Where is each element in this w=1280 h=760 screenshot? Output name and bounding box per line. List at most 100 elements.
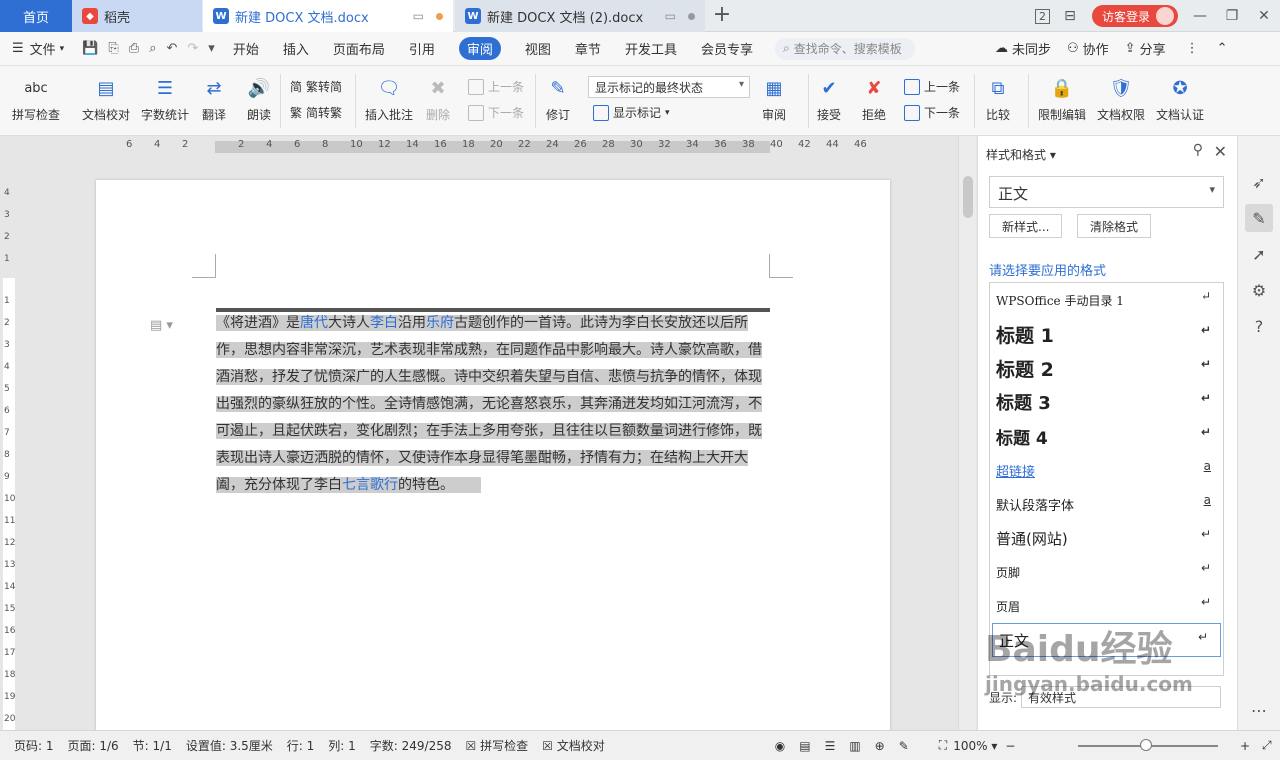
restore-icon[interactable]: ❐ xyxy=(1216,0,1248,32)
review-pane-button[interactable]: ▦ 审阅 xyxy=(760,74,788,123)
doc-proof-button[interactable]: ▤ 文档校对 xyxy=(82,74,130,123)
delete-comment-button[interactable]: ✖ 删除 xyxy=(424,74,452,123)
status-setting[interactable]: 设置值: 3.5厘米 xyxy=(186,737,273,754)
tab-document-1[interactable]: W 新建 DOCX 文档.docx ▭ xyxy=(203,0,453,32)
style-item[interactable]: 默认段落字体 a xyxy=(990,487,1223,521)
status-row[interactable]: 行: 1 xyxy=(287,737,315,754)
next-change-button[interactable]: 下一条 xyxy=(904,104,960,121)
style-item[interactable]: 标题 4 ↵ xyxy=(990,419,1223,453)
show-markup-button[interactable]: 显示标记 ▾ xyxy=(593,104,670,121)
close-dot-icon[interactable] xyxy=(688,12,695,20)
document-scrollbar[interactable] xyxy=(958,136,976,730)
window-count-badge[interactable]: 2 xyxy=(1031,0,1054,32)
unsaved-dot-icon[interactable] xyxy=(436,12,443,20)
tab-home[interactable]: 首页 xyxy=(0,0,72,32)
command-search[interactable]: ⌕ 查找命令、搜索模板 xyxy=(774,37,915,60)
horizontal-ruler[interactable]: 6 4 2 2 4 6 8 10 12 14 16 18 20 22 24 26 28 30 32 34 36 38 40 4… xyxy=(0,136,958,158)
style-item[interactable]: 标题 1 ↵ xyxy=(990,317,1223,351)
style-item[interactable]: 标题 3 ↵ xyxy=(990,385,1223,419)
hyperlink[interactable]: 乐府 xyxy=(426,315,454,331)
translate-button[interactable]: ⇄ 翻译 xyxy=(200,74,228,123)
close-window-icon[interactable]: ✕ xyxy=(1248,0,1280,32)
status-page[interactable]: 页码: 1 xyxy=(14,737,54,754)
tab-start[interactable]: 开始 xyxy=(221,32,271,66)
export-icon[interactable]: ⎘ xyxy=(108,41,118,56)
word-count-button[interactable]: ☰ 字数统计 xyxy=(141,74,189,123)
outline-view-icon[interactable]: ☰ xyxy=(825,739,836,753)
web-view-icon[interactable]: ⊕ xyxy=(875,739,885,753)
share-button[interactable]: ⇪ 分享 xyxy=(1125,39,1166,58)
preview-icon[interactable]: ⌕ xyxy=(149,41,156,56)
restrict-edit-button[interactable]: 🔒 限制编辑 xyxy=(1038,74,1086,123)
screen-icon[interactable]: ▭ xyxy=(413,9,424,23)
tab-document-2[interactable]: W 新建 DOCX 文档 (2).docx ▭ xyxy=(455,0,705,32)
current-style-select[interactable]: 正文 xyxy=(989,176,1224,208)
select-icon[interactable]: ➚ xyxy=(1245,240,1273,268)
pin-icon[interactable]: ⚲ xyxy=(1193,142,1203,158)
trad-to-simp-button[interactable]: 简繁转简 xyxy=(290,78,342,95)
style-item[interactable]: WPSOffice 手动目录 1 ↵ xyxy=(990,283,1223,317)
tab-insert[interactable]: 插入 xyxy=(271,32,321,66)
fullscreen-icon[interactable]: ⤢ xyxy=(1262,738,1272,753)
accept-button[interactable]: ✔ 接受 xyxy=(815,74,843,123)
reject-button[interactable]: ✘ 拒绝 xyxy=(860,74,888,123)
zoom-level[interactable]: 100% ▾ xyxy=(953,739,997,753)
zoom-in-icon[interactable]: + xyxy=(1240,739,1250,753)
chevron-down-icon[interactable]: ▾ xyxy=(208,41,215,56)
close-icon[interactable]: ✕ xyxy=(1214,142,1227,161)
tab-section[interactable]: 章节 xyxy=(563,32,613,66)
prev-comment-button[interactable]: 上一条 xyxy=(468,78,524,95)
status-col[interactable]: 列: 1 xyxy=(328,737,356,754)
status-words[interactable]: 字数: 249/258 xyxy=(370,737,452,754)
tab-member[interactable]: 会员专享 xyxy=(689,32,765,66)
sync-button[interactable]: ☁ 未同步 xyxy=(995,39,1051,58)
print-icon[interactable]: ⎙ xyxy=(129,41,139,56)
rocket-icon[interactable]: ➶ xyxy=(1245,168,1273,196)
hyperlink[interactable]: 李白 xyxy=(370,315,398,331)
style-item[interactable]: 页眉 ↵ xyxy=(990,589,1223,623)
status-doc-proof[interactable]: ☒ 文档校对 xyxy=(542,737,605,754)
track-changes-button[interactable]: ✎ 修订 xyxy=(544,74,572,123)
file-menu[interactable]: ☰ 文件 ▾ xyxy=(0,32,76,66)
pane-title[interactable]: 样式和格式 ▾ xyxy=(986,146,1056,163)
insert-comment-button[interactable]: 🗨 插入批注 xyxy=(365,74,413,123)
screen-icon[interactable]: ▭ xyxy=(665,9,676,23)
zoom-out-icon[interactable]: − xyxy=(1005,739,1015,753)
scrollbar-thumb[interactable] xyxy=(963,176,973,218)
settings-sliders-icon[interactable]: ⚙ xyxy=(1245,276,1273,304)
status-spell-check[interactable]: ☒ 拼写检查 xyxy=(466,737,529,754)
markup-display-select[interactable]: 显示标记的最终状态 xyxy=(588,76,750,98)
next-comment-button[interactable]: 下一条 xyxy=(468,104,524,121)
doc-permission-button[interactable]: 🛡 文档权限 xyxy=(1097,74,1145,123)
add-tab-button[interactable]: + xyxy=(710,4,734,28)
save-icon[interactable]: 💾 xyxy=(82,41,98,56)
simp-to-trad-button[interactable]: 繁简转繁 xyxy=(290,104,342,121)
tab-view[interactable]: 视图 xyxy=(513,32,563,66)
zoom-slider-handle[interactable] xyxy=(1140,739,1152,751)
document-page[interactable]: ▤ ▾ 《将进酒》是唐代大诗人李白沿用乐府古题创作的一首诗。此诗为李白长安放还以… xyxy=(96,180,890,740)
compare-button[interactable]: ⧉ 比较 xyxy=(984,74,1012,123)
pen-icon[interactable]: ✎ xyxy=(899,739,909,753)
paragraph-options-icon[interactable]: ▤ ▾ xyxy=(150,318,173,333)
tab-reference[interactable]: 引用 xyxy=(397,32,447,66)
login-button[interactable]: 访客登录 xyxy=(1091,5,1178,27)
tab-layout[interactable]: 页面布局 xyxy=(321,32,397,66)
new-style-button[interactable]: 新样式... xyxy=(989,214,1063,238)
more-icon[interactable]: ⋯ xyxy=(1245,696,1273,724)
doc-certify-button[interactable]: ✪ 文档认证 xyxy=(1156,74,1204,123)
hyperlink[interactable]: 唐代 xyxy=(300,315,328,331)
spell-check-button[interactable]: abc 拼写检查 xyxy=(12,74,60,123)
tab-developer[interactable]: 开发工具 xyxy=(613,32,689,66)
collab-button[interactable]: ⚇ 协作 xyxy=(1067,39,1109,58)
page-view-icon[interactable]: ▤ xyxy=(799,739,810,753)
document-body[interactable]: 《将进酒》是唐代大诗人李白沿用乐府古题创作的一首诗。此诗为李白长安放还以后所作，… xyxy=(216,310,770,499)
redo-icon[interactable]: ↷ xyxy=(187,41,198,56)
help-icon[interactable]: ? xyxy=(1245,312,1273,340)
tab-review[interactable]: 审阅 xyxy=(447,32,513,66)
prev-change-button[interactable]: 上一条 xyxy=(904,78,960,95)
theme-icon[interactable]: ⊟ xyxy=(1054,0,1086,32)
clear-format-button[interactable]: 清除格式 xyxy=(1077,214,1152,238)
status-section[interactable]: 节: 1/1 xyxy=(133,737,172,754)
eye-icon[interactable]: ◉ xyxy=(775,739,785,753)
read-view-icon[interactable]: ▥ xyxy=(849,739,860,753)
